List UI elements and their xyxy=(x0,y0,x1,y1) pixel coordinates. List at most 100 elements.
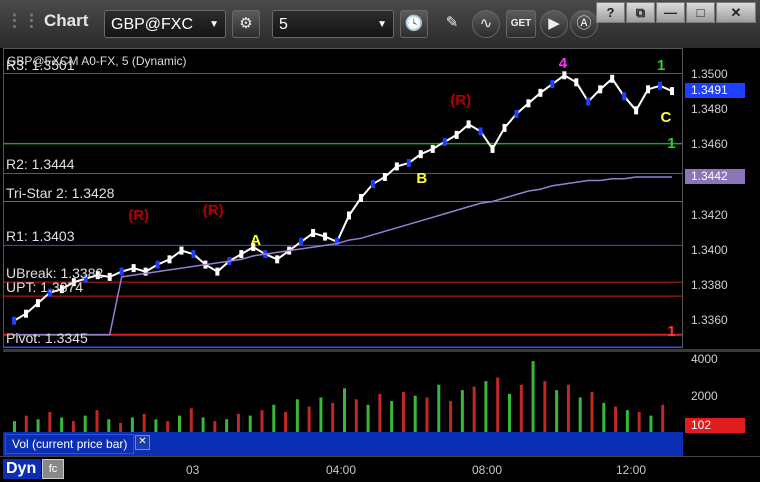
get-button[interactable]: GET xyxy=(506,10,536,38)
window-title: Chart xyxy=(44,11,89,30)
time-axis[interactable]: Dyn fc 03 04:00 08:00 12:00 xyxy=(0,456,760,482)
gear-icon: ⚙ xyxy=(239,15,253,32)
drag-handle-icon[interactable]: ⋮⋮ xyxy=(6,11,40,30)
symbol-input[interactable]: GBP@FXC ▼ xyxy=(104,10,226,38)
volume-bar xyxy=(95,410,99,432)
last-price-badge: 1.3491 xyxy=(685,83,745,99)
volume-bar xyxy=(248,415,252,432)
interval-input[interactable]: 5 ▼ xyxy=(272,10,394,38)
pencil-icon: ✎ xyxy=(445,14,459,31)
volume-bar xyxy=(378,393,382,432)
volume-bar xyxy=(166,421,170,432)
price-axis[interactable]: 1.35001.34801.34601.34401.34201.34001.33… xyxy=(683,48,760,348)
volume-bar xyxy=(661,404,665,432)
volume-bar xyxy=(425,397,429,432)
volume-tick-label: 2000 xyxy=(691,388,718,403)
level-label: Pivot: 1.3345 xyxy=(6,330,88,346)
volume-bar xyxy=(531,361,535,432)
app-title: ⋮⋮ Chart xyxy=(6,11,88,31)
volume-bar xyxy=(225,419,229,432)
time-label: 08:00 xyxy=(472,463,503,477)
interval-value: 5 xyxy=(279,16,288,33)
volume-bar xyxy=(602,402,606,432)
price-bar xyxy=(670,87,674,96)
volume-bar xyxy=(543,381,547,432)
volume-bar xyxy=(614,406,618,432)
time-label: 12:00 xyxy=(616,463,647,477)
chart-type-icon[interactable]: fc xyxy=(42,459,64,479)
volume-tick-label: 4000 xyxy=(691,352,718,367)
price-bar xyxy=(155,260,160,269)
volume-bar xyxy=(496,377,500,432)
volume-bar xyxy=(71,421,75,432)
volume-bar xyxy=(555,390,559,432)
maximize-button[interactable]: □ xyxy=(686,2,715,23)
volume-bar xyxy=(236,413,240,432)
price-bar xyxy=(275,255,280,264)
moving-average-line xyxy=(14,176,672,336)
volume-bar xyxy=(24,415,28,432)
price-bar xyxy=(562,71,567,80)
chevron-down-icon: ▼ xyxy=(209,19,219,30)
indicators-button[interactable]: ∿ xyxy=(472,10,500,38)
volume-bar xyxy=(590,392,594,432)
price-bar xyxy=(586,97,591,106)
volume-bar xyxy=(366,404,370,432)
volume-bar xyxy=(343,388,346,432)
volume-bar xyxy=(284,412,288,432)
price-bar xyxy=(478,127,483,136)
price-bar xyxy=(131,264,136,273)
price-bar xyxy=(466,120,471,129)
draw-button[interactable]: ✎ xyxy=(438,10,466,38)
volume-bar xyxy=(390,401,394,432)
price-bar xyxy=(646,85,651,94)
settings-button[interactable]: ⚙ xyxy=(232,10,260,38)
chart-marker: A xyxy=(250,231,262,249)
price-bar xyxy=(215,267,220,276)
price-chart[interactable]: GBP@FXCM A0-FX, 5 (Dynamic) R3: 1.3501 R2… xyxy=(3,48,683,348)
close-button[interactable]: ✕ xyxy=(716,2,756,23)
minimize-button[interactable]: — xyxy=(656,2,685,23)
volume-pane[interactable] xyxy=(3,352,683,432)
time-button[interactable]: 🕓 xyxy=(400,10,428,38)
volume-bar xyxy=(83,415,87,432)
level-label: R3: 1.3501 xyxy=(6,56,75,73)
price-bar xyxy=(107,272,112,281)
price-bar xyxy=(442,137,447,146)
volume-bar xyxy=(354,399,358,432)
volume-label[interactable]: Vol (current price bar) xyxy=(5,434,135,454)
volume-bar xyxy=(413,395,417,432)
volume-close-icon[interactable]: ✕ xyxy=(135,435,150,450)
maximize-icon: □ xyxy=(696,5,705,20)
wave-icon: ∿ xyxy=(479,15,493,32)
volume-last-badge: 102 xyxy=(685,418,745,433)
clock-icon: 🕓 xyxy=(404,15,424,32)
price-bar xyxy=(514,109,519,118)
price-tick-label: 1.3480 xyxy=(691,102,728,117)
volume-bar xyxy=(272,404,276,432)
price-bar xyxy=(370,179,375,188)
time-label: 03 xyxy=(186,463,200,477)
price-tick-label: 1.3360 xyxy=(691,312,728,327)
help-button[interactable]: ? xyxy=(596,2,625,23)
price-bar xyxy=(490,144,495,153)
price-tick-label: 1.3380 xyxy=(691,277,728,292)
price-bar xyxy=(23,309,28,318)
volume-bar xyxy=(449,401,453,432)
volume-axis[interactable]: 4000 2000 102 xyxy=(683,352,760,433)
volume-bar xyxy=(401,392,405,432)
price-tick-label: 1.3420 xyxy=(691,207,728,222)
title-bar: ⋮⋮ Chart GBP@FXC ▼ ⚙ 5 ▼ 🕓 ✎ ∿ GET ▶ Ⓐ ? ⧉ … xyxy=(0,0,760,48)
analytics-button[interactable]: Ⓐ xyxy=(570,10,598,38)
price-bar xyxy=(335,237,340,246)
dynamic-button[interactable]: Dyn xyxy=(3,459,41,479)
chart-marker: 1 xyxy=(667,135,676,153)
play-button[interactable]: ▶ xyxy=(540,10,568,38)
price-bar xyxy=(550,80,555,89)
volume-bar xyxy=(201,417,205,432)
volume-bar xyxy=(189,408,193,432)
restore-button[interactable]: ⧉ xyxy=(626,2,655,23)
time-label: 04:00 xyxy=(326,463,357,477)
price-bar xyxy=(143,267,148,276)
price-bar xyxy=(35,299,40,308)
